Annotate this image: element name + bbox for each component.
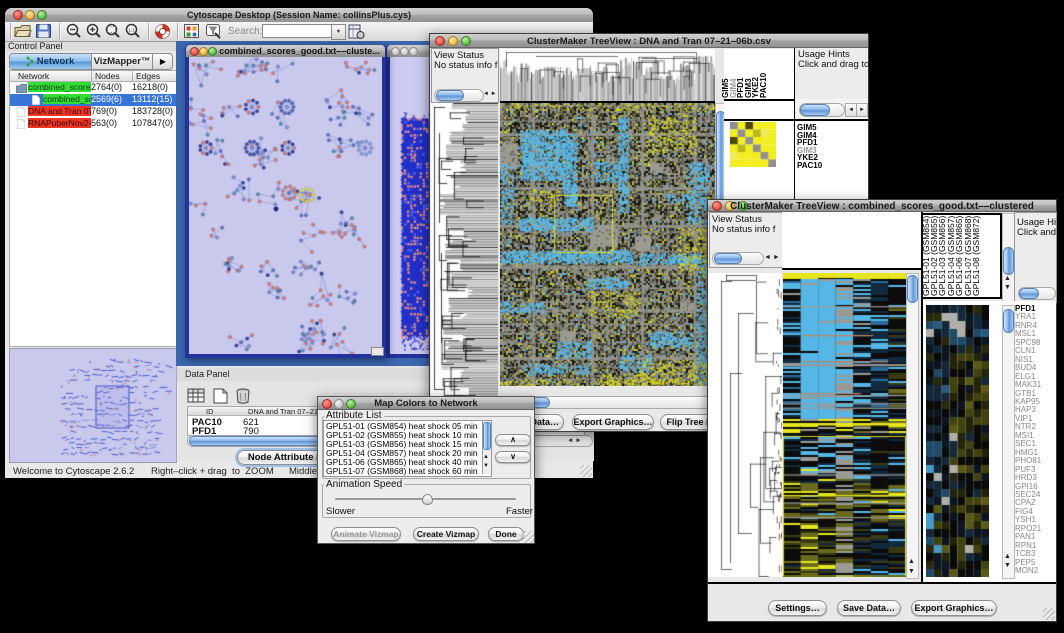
svg-text:1:1: 1:1 [128, 28, 135, 33]
